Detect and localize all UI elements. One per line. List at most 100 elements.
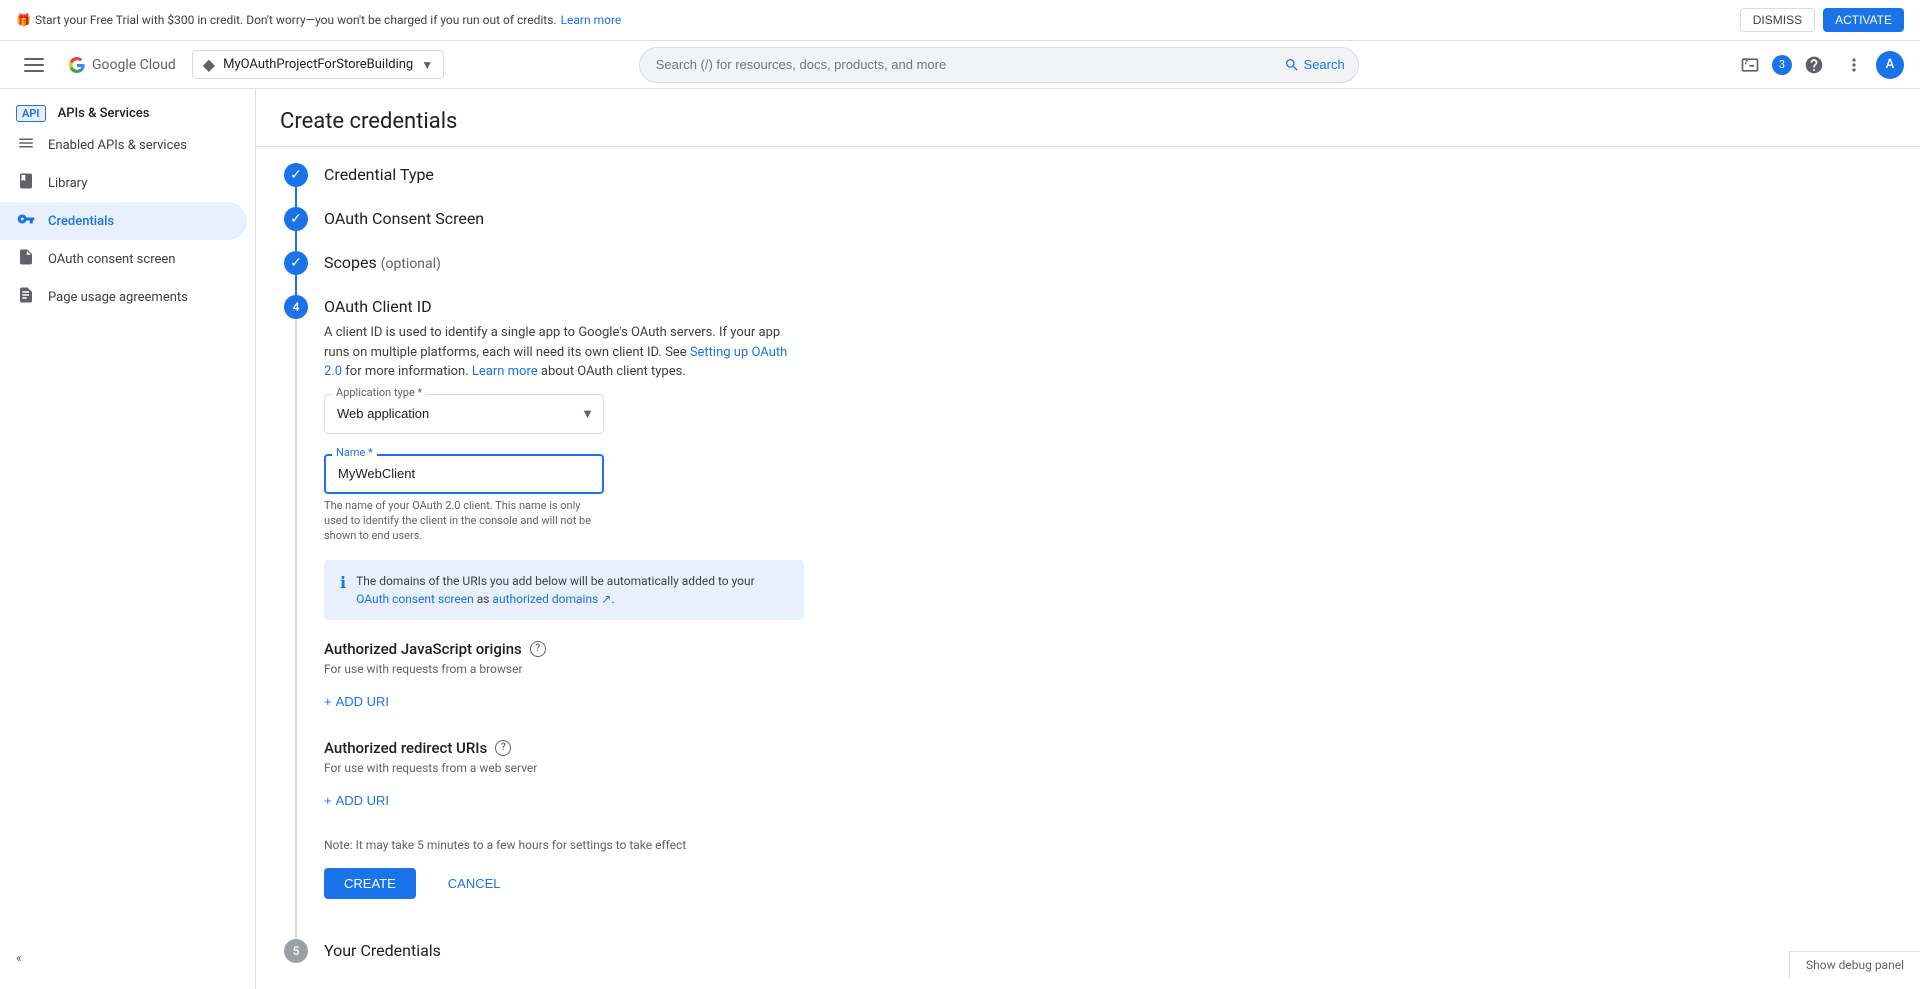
create-button[interactable]: CREATE xyxy=(324,868,416,899)
step5-content: Your Credentials xyxy=(312,939,1896,975)
setting-up-oauth-link[interactable]: Setting up OAuth 2.0 xyxy=(324,345,787,380)
step-oauth-client-id: 4 OAuth Client ID A client ID is used to… xyxy=(280,295,1896,939)
main-layout: API APIs & Services Enabled APIs & servi… xyxy=(0,89,1920,989)
step1-content: Credential Type xyxy=(312,163,1896,207)
sidebar-label-credentials: Credentials xyxy=(48,214,114,229)
add-uri-redirect-plus-icon: + xyxy=(324,793,332,808)
sidebar-section-title: APIs & Services xyxy=(58,106,150,121)
application-type-select[interactable]: Web application Android Chrome extension… xyxy=(324,394,604,434)
step4-circle: 4 xyxy=(284,295,308,319)
terminal-button[interactable] xyxy=(1732,47,1768,83)
step3-check-icon: ✓ xyxy=(290,255,302,271)
form-action-buttons: CREATE CANCEL xyxy=(324,868,1896,899)
project-selector[interactable]: ◆ MyOAuthProjectForStoreBuilding ▼ xyxy=(192,50,444,79)
step2-connector xyxy=(295,231,297,251)
page-usage-icon xyxy=(16,286,36,308)
sidebar-label-enabled-apis: Enabled APIs & services xyxy=(48,138,187,153)
notification-badge[interactable]: 3 xyxy=(1772,55,1792,75)
add-uri-js-button[interactable]: + ADD URI xyxy=(324,688,389,715)
search-input[interactable] xyxy=(639,47,1359,83)
step4-title: OAuth Client ID xyxy=(324,295,1896,319)
step1-connector xyxy=(295,187,297,207)
sidebar-item-oauth-consent[interactable]: OAuth consent screen xyxy=(0,240,247,278)
step3-optional-label: (optional) xyxy=(381,256,441,272)
search-button[interactable]: Search xyxy=(1270,47,1359,83)
step2-left: ✓ xyxy=(280,207,312,251)
oauth-consent-screen-link[interactable]: OAuth consent screen xyxy=(356,592,474,606)
step4-left: 4 xyxy=(280,295,312,939)
name-text-field: Name * xyxy=(324,454,604,494)
step2-check-icon: ✓ xyxy=(290,211,302,227)
sidebar-item-enabled-apis[interactable]: Enabled APIs & services xyxy=(0,126,247,164)
promo-learn-more-link[interactable]: Learn more xyxy=(561,13,622,27)
redirect-uris-help-icon[interactable]: ? xyxy=(495,740,511,756)
step2-circle: ✓ xyxy=(284,207,308,231)
promo-actions: DISMISS ACTIVATE xyxy=(1740,8,1904,32)
sidebar: API APIs & Services Enabled APIs & servi… xyxy=(0,89,256,989)
sidebar-label-library: Library xyxy=(48,176,87,191)
user-avatar[interactable]: A xyxy=(1876,51,1904,79)
dismiss-button[interactable]: DISMISS xyxy=(1740,8,1815,32)
step1-title: Credential Type xyxy=(324,163,1896,187)
step1-check-icon: ✓ xyxy=(290,167,302,183)
header-actions: 3 A xyxy=(1732,47,1904,83)
show-debug-panel-button[interactable]: Show debug panel xyxy=(1789,951,1920,978)
step3-circle: ✓ xyxy=(284,251,308,275)
settings-note: Note: It may take 5 minutes to a few hou… xyxy=(324,838,1896,852)
notification-count: 3 xyxy=(1779,58,1785,71)
menu-button[interactable] xyxy=(16,47,52,83)
js-origins-help-icon[interactable]: ? xyxy=(530,641,546,657)
learn-more-client-link[interactable]: Learn more xyxy=(472,364,538,379)
step3-left: ✓ xyxy=(280,251,312,295)
search-bar: Search xyxy=(639,47,1359,83)
step-credential-type: ✓ Credential Type xyxy=(280,163,1896,207)
sidebar-item-credentials[interactable]: Credentials xyxy=(0,202,247,240)
promo-bar: 🎁 Start your Free Trial with $300 in cre… xyxy=(0,0,1920,41)
search-icon xyxy=(1284,57,1300,73)
redirect-uris-section: Authorized redirect URIs ? For use with … xyxy=(324,739,1896,814)
step1-circle: ✓ xyxy=(284,163,308,187)
sidebar-header: API APIs & Services xyxy=(0,97,255,126)
page-title: Create credentials xyxy=(280,109,1896,134)
step5-number: 5 xyxy=(293,944,300,958)
redirect-uris-label: Authorized redirect URIs xyxy=(324,739,487,757)
redirect-uris-subtitle: For use with requests from a web server xyxy=(324,761,1896,775)
step4-description: A client ID is used to identify a single… xyxy=(324,323,804,382)
library-icon xyxy=(16,172,36,194)
search-label: Search xyxy=(1304,57,1345,72)
activate-button[interactable]: ACTIVATE xyxy=(1823,8,1904,32)
help-icon xyxy=(1804,55,1824,75)
name-input[interactable] xyxy=(324,454,604,494)
authorized-domains-link[interactable]: authorized domains ↗ xyxy=(492,592,611,606)
logo-text: Google Cloud xyxy=(92,57,176,73)
js-origins-subtitle: For use with requests from a browser xyxy=(324,662,1896,676)
sidebar-item-page-usage[interactable]: Page usage agreements xyxy=(0,278,247,316)
app-type-label: Application type * xyxy=(332,386,426,399)
js-origins-label: Authorized JavaScript origins xyxy=(324,640,522,658)
app-header: Google Cloud ◆ MyOAuthProjectForStoreBui… xyxy=(0,41,1920,89)
step4-content: OAuth Client ID A client ID is used to i… xyxy=(312,295,1896,939)
oauth-consent-icon xyxy=(16,248,36,270)
collapse-icon: « xyxy=(16,951,22,965)
step2-content: OAuth Consent Screen xyxy=(312,207,1896,251)
redirect-uris-title: Authorized redirect URIs ? xyxy=(324,739,1896,757)
step3-title: Scopes (optional) xyxy=(324,251,1896,276)
add-uri-js-plus-icon: + xyxy=(324,694,332,709)
step3-connector xyxy=(295,275,297,295)
step1-left: ✓ xyxy=(280,163,312,207)
hamburger-icon xyxy=(24,55,44,75)
more-vert-icon xyxy=(1844,55,1864,75)
step5-left: 5 xyxy=(280,939,312,975)
js-origins-section: Authorized JavaScript origins ? For use … xyxy=(324,640,1896,715)
google-logo-icon xyxy=(68,56,86,74)
main-content: Create credentials ✓ Credential Type xyxy=(256,89,1920,989)
cancel-form-button[interactable]: CANCEL xyxy=(428,868,521,899)
name-field-hint: The name of your OAuth 2.0 client. This … xyxy=(324,498,604,544)
sidebar-item-library[interactable]: Library xyxy=(0,164,247,202)
step4-connector xyxy=(295,319,297,939)
help-button[interactable] xyxy=(1796,47,1832,83)
add-uri-redirect-button[interactable]: + ADD URI xyxy=(324,787,389,814)
more-options-button[interactable] xyxy=(1836,47,1872,83)
step2-title: OAuth Consent Screen xyxy=(324,207,1896,231)
sidebar-collapse-button[interactable]: « xyxy=(0,943,255,973)
